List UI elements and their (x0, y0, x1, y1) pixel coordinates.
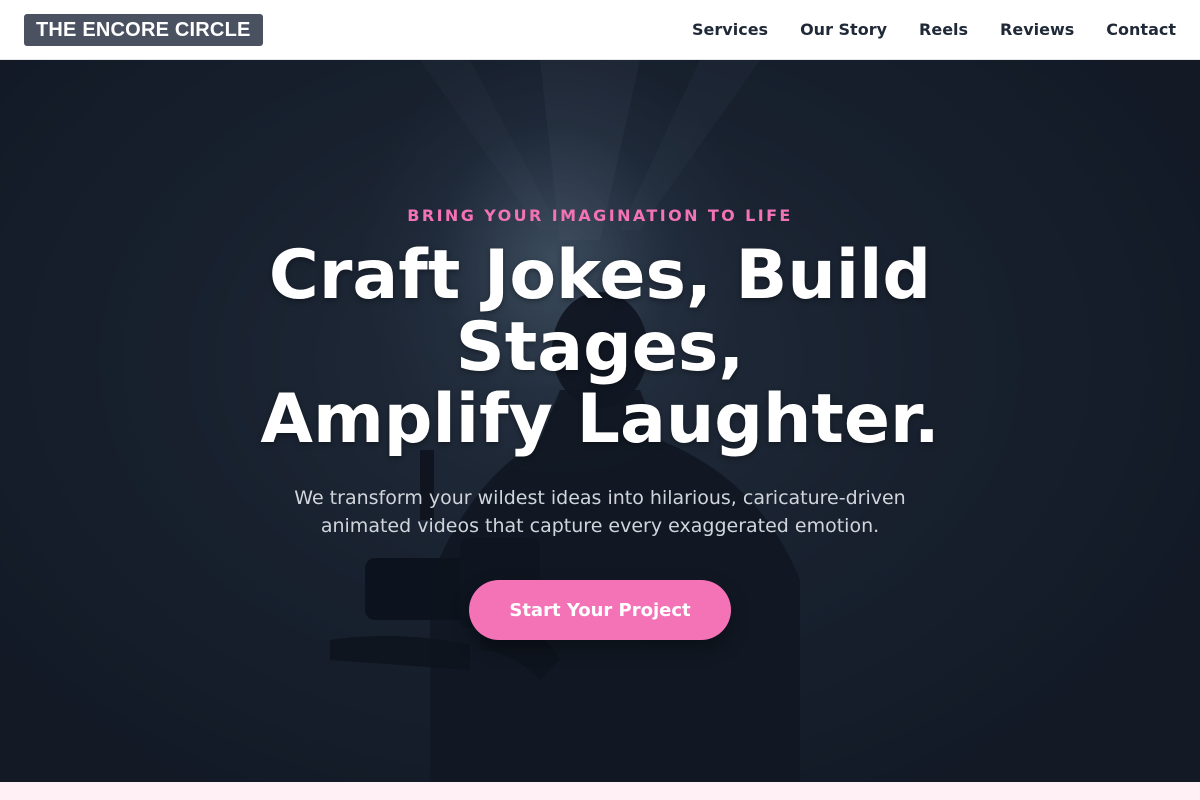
hero-eyebrow: BRING YOUR IMAGINATION TO LIFE (407, 206, 793, 225)
hero-subtext: We transform your wildest ideas into hil… (294, 487, 906, 537)
hero-headline-line: Amplify Laughter. (260, 380, 940, 459)
nav-link-our-story[interactable]: Our Story (800, 20, 887, 39)
hero-headline: Craft Jokes, Build Stages, Amplify Laugh… (150, 240, 1050, 456)
hero-section: BRING YOUR IMAGINATION TO LIFE Craft Jok… (0, 60, 1200, 782)
brand-logo[interactable]: THE ENCORE CIRCLE (24, 13, 263, 46)
nav-link-services[interactable]: Services (692, 20, 768, 39)
hero-headline-line: Craft Jokes, Build (268, 236, 932, 315)
nav-link-reels[interactable]: Reels (919, 20, 968, 39)
hero-headline-line: Stages, (455, 308, 745, 387)
main-nav: Services Our Story Reels Reviews Contact (692, 20, 1176, 39)
next-section-edge (0, 782, 1200, 800)
nav-link-contact[interactable]: Contact (1106, 20, 1176, 39)
nav-link-reviews[interactable]: Reviews (1000, 20, 1074, 39)
start-project-button[interactable]: Start Your Project (469, 580, 731, 640)
top-navbar: THE ENCORE CIRCLE Services Our Story Ree… (0, 0, 1200, 60)
